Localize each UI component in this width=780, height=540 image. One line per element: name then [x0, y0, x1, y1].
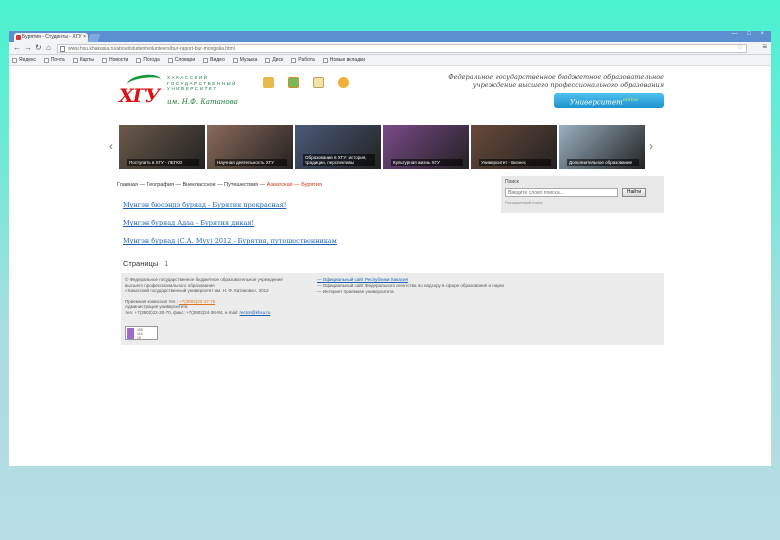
header-icons: [263, 77, 349, 88]
sitemap-icon[interactable]: [288, 77, 299, 88]
bookmark-item[interactable]: Карты: [72, 57, 94, 63]
bookmark-item[interactable]: Почта: [43, 57, 65, 63]
web-page: ХГУ ХАКАССКИЙ ГОСУДАРСТВЕННЫЙ УНИВЕРСИТЕ…: [9, 67, 771, 466]
window-controls[interactable]: — □ ×: [732, 31, 768, 37]
browser-tab[interactable]: Бурятия - Студенты - ХГУ ×: [14, 33, 88, 42]
address-bar[interactable]: www.hsu.khakasia.ru/about/studentvolunte…: [57, 44, 747, 53]
bookmark-item[interactable]: Яндекс: [12, 57, 36, 63]
page-icon: [60, 46, 65, 52]
slide-item[interactable]: Дополнительное образование: [559, 125, 645, 169]
visit-counter[interactable]: 155 116 19: [125, 326, 158, 340]
bookmark-item[interactable]: Новости: [101, 57, 128, 63]
slide-item[interactable]: Культурная жизнь ХГУ: [383, 125, 469, 169]
slide-item[interactable]: Поступить в ХГУ - ЛЕГКО: [119, 125, 205, 169]
slider-prev-icon[interactable]: ‹: [109, 139, 113, 153]
slide-item[interactable]: Образование в ХГУ: история, традиции, пе…: [295, 125, 381, 169]
article-link[interactable]: Мунгэн бюсэндэ буряад - Бурятия прекрасн…: [123, 201, 337, 209]
bookmark-icon: [72, 57, 78, 63]
article-link[interactable]: Мунгэн буряад Адаа - Бурятия дикая!: [123, 219, 337, 227]
bookmark-star-icon[interactable]: ☆: [737, 43, 743, 51]
bookmark-icon: [167, 57, 173, 63]
university-logo[interactable]: ХГУ ХАКАССКИЙ ГОСУДАРСТВЕННЫЙ УНИВЕРСИТЕ…: [119, 72, 259, 113]
logo-letters: ХГУ: [119, 85, 160, 107]
footer-links: — Официальный сайт Республики Хакасия — …: [317, 277, 527, 295]
slide-caption: Дополнительное образование: [567, 159, 639, 166]
bookmark-icon: [265, 57, 271, 63]
slide-item[interactable]: Научная деятельность ХГУ: [207, 125, 293, 169]
logo-signature: им. Н.Ф. Катанова: [167, 98, 238, 106]
bookmark-item[interactable]: Погода: [136, 57, 160, 63]
bookmark-icon: [101, 57, 107, 63]
breadcrumb: Главная — География — Внеклассное — Путе…: [117, 182, 322, 188]
bookmarks-bar: Яндекс Почта Карты Новости Погода Словар…: [9, 55, 771, 66]
search-label: Поиск: [505, 179, 519, 185]
page-number[interactable]: 1: [164, 259, 168, 268]
search-input[interactable]: [505, 188, 618, 197]
browser-window: Бурятия - Студенты - ХГУ × — □ × ← → ↻ ⌂…: [9, 31, 771, 466]
advanced-search-link[interactable]: Расширенный поиск: [505, 200, 543, 205]
browser-toolbar: ← → ↻ ⌂ www.hsu.khakasia.ru/about/studen…: [9, 42, 771, 55]
bookmark-item[interactable]: Новые вкладки: [322, 57, 365, 63]
photo-slider: ‹ Поступить в ХГУ - ЛЕГКО Научная деятел…: [109, 125, 664, 173]
home-icon[interactable]: ⌂: [46, 43, 51, 52]
back-icon[interactable]: ←: [13, 43, 21, 52]
menu-icon[interactable]: ≡: [762, 42, 767, 51]
slide-caption: Поступить в ХГУ - ЛЕГКО: [127, 159, 199, 166]
bookmark-icon: [136, 57, 142, 63]
article-links: Мунгэн бюсэндэ буряад - Бурятия прекрасн…: [123, 201, 337, 255]
bookmark-item[interactable]: Словари: [167, 57, 195, 63]
bookmark-icon: [232, 57, 238, 63]
bookmark-icon: [203, 57, 209, 63]
header-tagline: Федеральное государственное бюджетное об…: [448, 73, 664, 89]
site-footer: © Федеральное государственное бюджетное …: [121, 273, 664, 345]
bookmark-item[interactable]: Работа: [291, 57, 315, 63]
pagination: Страницы 1: [123, 259, 168, 268]
tab-close-icon[interactable]: ×: [83, 33, 86, 42]
email-link[interactable]: rector@khsu.ru: [240, 310, 271, 315]
slider-next-icon[interactable]: ›: [649, 139, 653, 153]
new-tab-button[interactable]: [87, 34, 101, 42]
bookmark-icon: [322, 57, 328, 63]
bookmark-item[interactable]: Видео: [203, 57, 225, 63]
search-box: Поиск Найти Расширенный поиск: [501, 176, 664, 213]
pages-label: Страницы: [123, 259, 159, 268]
tab-title: Бурятия - Студенты - ХГУ: [22, 34, 82, 40]
bookmark-icon: [291, 57, 297, 63]
bookmark-icon: [43, 57, 49, 63]
counter-logo-icon: [127, 328, 134, 339]
tab-strip: Бурятия - Студенты - ХГУ × — □ ×: [9, 31, 771, 42]
forward-icon[interactable]: →: [24, 43, 32, 52]
language-icon[interactable]: [338, 77, 349, 88]
slide-caption: Университет - Бизнес: [479, 159, 551, 166]
search-button[interactable]: Найти: [622, 188, 646, 197]
logo-text: ХАКАССКИЙ ГОСУДАРСТВЕННЫЙ УНИВЕРСИТЕТ: [167, 75, 238, 91]
home-page-icon[interactable]: [263, 77, 274, 88]
site-container: ХГУ ХАКАССКИЙ ГОСУДАРСТВЕННЫЙ УНИВЕРСИТЕ…: [109, 67, 664, 345]
site-header: ХГУ ХАКАССКИЙ ГОСУДАРСТВЕННЫЙ УНИВЕРСИТЕ…: [117, 67, 664, 121]
bookmark-icon: [12, 57, 17, 63]
bookmark-item[interactable]: Диск: [265, 57, 283, 63]
breadcrumb-current: Азиатская — Бурятия: [266, 182, 322, 188]
address-url: www.hsu.khakasia.ru/about/studentvolunte…: [68, 46, 235, 52]
slide-caption: Научная деятельность ХГУ: [215, 159, 287, 166]
slide-item[interactable]: Университет - Бизнес: [471, 125, 557, 169]
bookmark-item[interactable]: Музыка: [232, 57, 257, 63]
university-online-button[interactable]: Университетonline: [554, 93, 664, 108]
mail-icon[interactable]: [313, 77, 324, 88]
slide-caption: Образование в ХГУ: история, традиции, пе…: [303, 154, 375, 166]
reload-icon[interactable]: ↻: [35, 43, 42, 52]
favicon-icon: [16, 35, 21, 40]
phone-link[interactable]: +7(3902)22-47-75: [179, 299, 215, 304]
footer-left: © Федеральное государственное бюджетное …: [125, 277, 283, 315]
slide-caption: Культурная жизнь ХГУ: [391, 159, 463, 166]
footer-link[interactable]: — Интернет приемная университета: [317, 289, 527, 295]
article-link[interactable]: Мунгэн буряад (С.А. Муу) 2012 - Бурятия,…: [123, 237, 337, 245]
breadcrumb-trail[interactable]: Главная — География — Внеклассное — Путе…: [117, 182, 265, 188]
